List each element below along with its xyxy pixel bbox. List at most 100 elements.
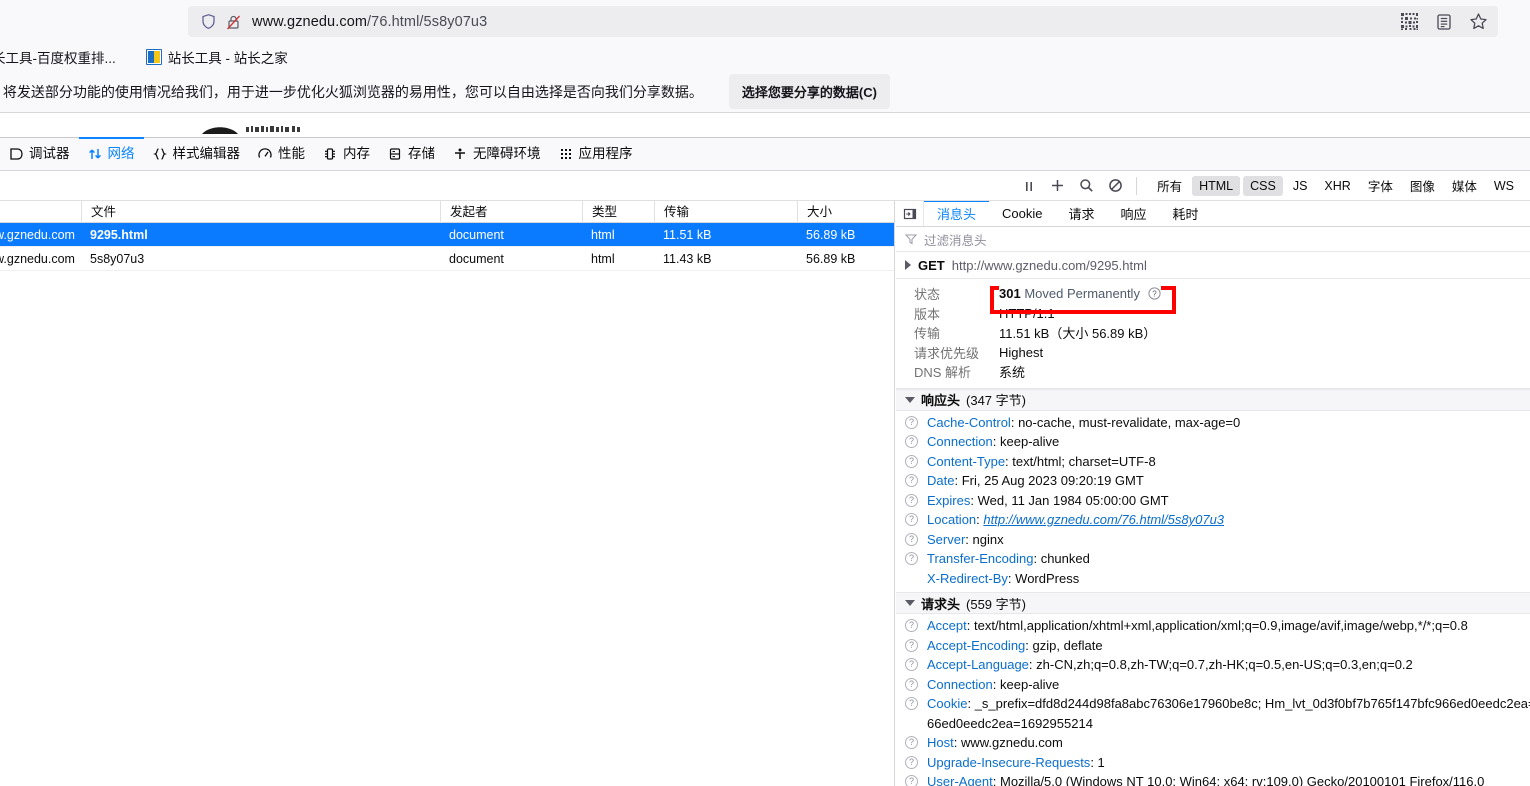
tab-timings[interactable]: 耗时 — [1160, 201, 1212, 226]
pause-icon[interactable] — [1022, 179, 1036, 193]
block-clear-icon[interactable] — [1108, 178, 1123, 193]
help-icon[interactable]: ? — [905, 775, 918, 786]
address-bar[interactable]: www.gznedu.com/76.html/5s8y07u3 — [188, 6, 1498, 37]
tab-accessibility[interactable]: 无障碍环境 — [444, 138, 550, 170]
search-icon[interactable] — [1079, 178, 1094, 193]
header-row[interactable]: ? Content-Type: text/html; charset=UTF-8 — [896, 452, 1530, 472]
chevron-down-icon[interactable] — [905, 396, 915, 403]
column-header-initiator[interactable]: 发起者 — [440, 201, 582, 223]
column-header-domain[interactable] — [0, 201, 81, 223]
header-row[interactable]: ? Transfer-Encoding: chunked — [896, 549, 1530, 569]
header-row[interactable]: ? Expires: Wed, 11 Jan 1984 05:00:00 GMT — [896, 491, 1530, 511]
column-header-size[interactable]: 大小 — [797, 201, 894, 223]
tab-cookie[interactable]: Cookie — [989, 201, 1055, 226]
plus-icon[interactable] — [1050, 178, 1065, 193]
header-row[interactable]: ? Accept-Encoding: gzip, deflate — [896, 636, 1530, 656]
filter-xhr[interactable]: XHR — [1317, 176, 1357, 196]
filter-ws[interactable]: WS — [1487, 176, 1521, 196]
summary-label: 传输 — [914, 326, 941, 342]
help-icon-placeholder — [905, 572, 918, 585]
filter-html[interactable]: HTML — [1192, 175, 1241, 196]
column-header-transferred[interactable]: 传输 — [654, 201, 797, 223]
help-icon[interactable]: ? — [905, 697, 918, 710]
column-header-file[interactable]: 文件 — [81, 201, 440, 223]
collapse-panel-icon[interactable] — [896, 201, 924, 226]
help-icon[interactable]: ? — [905, 677, 918, 691]
reader-mode-icon[interactable] — [1435, 13, 1453, 31]
help-icon[interactable]: ? — [905, 493, 918, 507]
tab-debugger[interactable]: 调试器 — [0, 138, 79, 170]
header-row[interactable]: ? Connection: keep-alive — [896, 432, 1530, 452]
filter-images[interactable]: 图像 — [1403, 173, 1442, 198]
help-icon[interactable]: ? — [905, 454, 918, 468]
bookmark-item[interactable]: 站长工具 - 站长之家 — [140, 44, 294, 70]
help-icon[interactable]: ? — [905, 532, 918, 546]
header-value-link[interactable]: http://www.gznedu.com/76.html/5s8y07u3 — [983, 512, 1224, 527]
help-icon[interactable]: ? — [905, 552, 918, 565]
bookmark-item[interactable]: 长工具-百度权重排... — [0, 44, 122, 70]
header-row[interactable]: ? Accept-Language: zh-CN,zh;q=0.8,zh-TW;… — [896, 655, 1530, 675]
tab-response[interactable]: 响应 — [1108, 201, 1160, 226]
table-row[interactable]: www.gznedu.com 9295.html document html 1… — [0, 223, 894, 247]
lock-broken-icon[interactable] — [226, 14, 241, 30]
cell-initiator: document — [449, 227, 504, 242]
help-icon[interactable]: ? — [905, 619, 918, 632]
shield-icon[interactable] — [200, 13, 217, 30]
filter-css[interactable]: CSS — [1243, 175, 1283, 196]
tab-style-editor[interactable]: 样式编辑器 — [144, 138, 250, 170]
header-row[interactable]: ? Date: Fri, 25 Aug 2023 09:20:19 GMT — [896, 471, 1530, 491]
section-bytes: (559 字节) — [966, 596, 1026, 612]
help-icon[interactable]: ? — [905, 736, 918, 749]
request-url-row[interactable]: GET http://www.gznedu.com/9295.html — [896, 252, 1530, 279]
tab-headers[interactable]: 消息头 — [924, 201, 990, 226]
header-value: chunked — [1040, 551, 1090, 566]
headers-filter-input[interactable]: 过滤消息头 — [896, 227, 1530, 252]
filter-all[interactable]: 所有 — [1150, 173, 1189, 198]
help-icon[interactable]: ? — [905, 474, 918, 487]
tab-memory[interactable]: 内存 — [314, 138, 379, 170]
chevron-right-icon[interactable] — [905, 260, 911, 270]
header-row[interactable]: ? Location: http://www.gznedu.com/76.htm… — [896, 510, 1530, 530]
header-row[interactable]: ? Accept: text/html,application/xhtml+xm… — [896, 616, 1530, 636]
response-headers-section-header[interactable]: 响应头 (347 字节) — [896, 388, 1530, 411]
url-path: /76.html/5s8y07u3 — [367, 13, 488, 30]
tab-request[interactable]: 请求 — [1055, 201, 1107, 226]
help-icon[interactable]: ? — [905, 435, 918, 448]
header-row[interactable]: ? User-Agent: Mozilla/5.0 (Windows NT 10… — [896, 772, 1530, 786]
request-headers-list: ? Accept: text/html,application/xhtml+xm… — [896, 614, 1530, 786]
status-help-icon[interactable]: ? — [1147, 287, 1161, 300]
tab-performance[interactable]: 性能 — [249, 138, 314, 170]
tab-network[interactable]: 网络 — [78, 137, 144, 170]
cell-size: 56.89 kB — [806, 251, 856, 266]
url-text[interactable]: www.gznedu.com/76.html/5s8y07u3 — [252, 14, 487, 30]
bookmark-star-icon[interactable] — [1469, 12, 1488, 31]
header-row[interactable]: ? Host: www.gznedu.com — [896, 733, 1530, 753]
chevron-down-icon[interactable] — [905, 600, 915, 606]
qr-code-icon[interactable] — [1400, 12, 1419, 31]
header-name: Connection — [927, 434, 993, 449]
header-row[interactable]: X-Redirect-By: WordPress — [896, 569, 1530, 589]
table-row[interactable]: www.gznedu.com 5s8y07u3 document html 11… — [0, 247, 894, 271]
summary-row-transferred: 传输 11.51 kB（大小 56.89 kB） — [896, 323, 1530, 343]
filter-media[interactable]: 媒体 — [1445, 173, 1484, 198]
header-row[interactable]: ? Cache-Control: no-cache, must-revalida… — [896, 413, 1530, 433]
tab-application[interactable]: 应用程序 — [550, 138, 642, 170]
header-row[interactable]: ? Upgrade-Insecure-Requests: 1 — [896, 753, 1530, 773]
help-icon[interactable]: ? — [905, 755, 918, 769]
header-row-cookie[interactable]: ? Cookie: _s_prefix=dfd8d244d98fa8abc763… — [896, 694, 1530, 733]
filter-fonts[interactable]: 字体 — [1361, 173, 1400, 198]
bookmark-label: 长工具-百度权重排... — [0, 50, 116, 66]
choose-shared-data-button[interactable]: 选择您要分享的数据(C) — [728, 74, 890, 109]
column-header-type[interactable]: 类型 — [582, 201, 654, 223]
help-icon[interactable]: ? — [905, 638, 918, 652]
tab-storage[interactable]: 存储 — [379, 138, 444, 170]
cell-type: html — [591, 251, 615, 266]
help-icon[interactable]: ? — [905, 513, 918, 526]
filter-js[interactable]: JS — [1286, 176, 1315, 196]
header-row[interactable]: ? Connection: keep-alive — [896, 675, 1530, 695]
request-headers-section-header[interactable]: 请求头 (559 字节) — [896, 592, 1530, 614]
summary-row-dns: DNS 解析 系统 — [896, 362, 1530, 382]
help-icon[interactable]: ? — [905, 658, 918, 671]
header-row[interactable]: ? Server: nginx — [896, 530, 1530, 550]
help-icon[interactable]: ? — [905, 415, 918, 429]
